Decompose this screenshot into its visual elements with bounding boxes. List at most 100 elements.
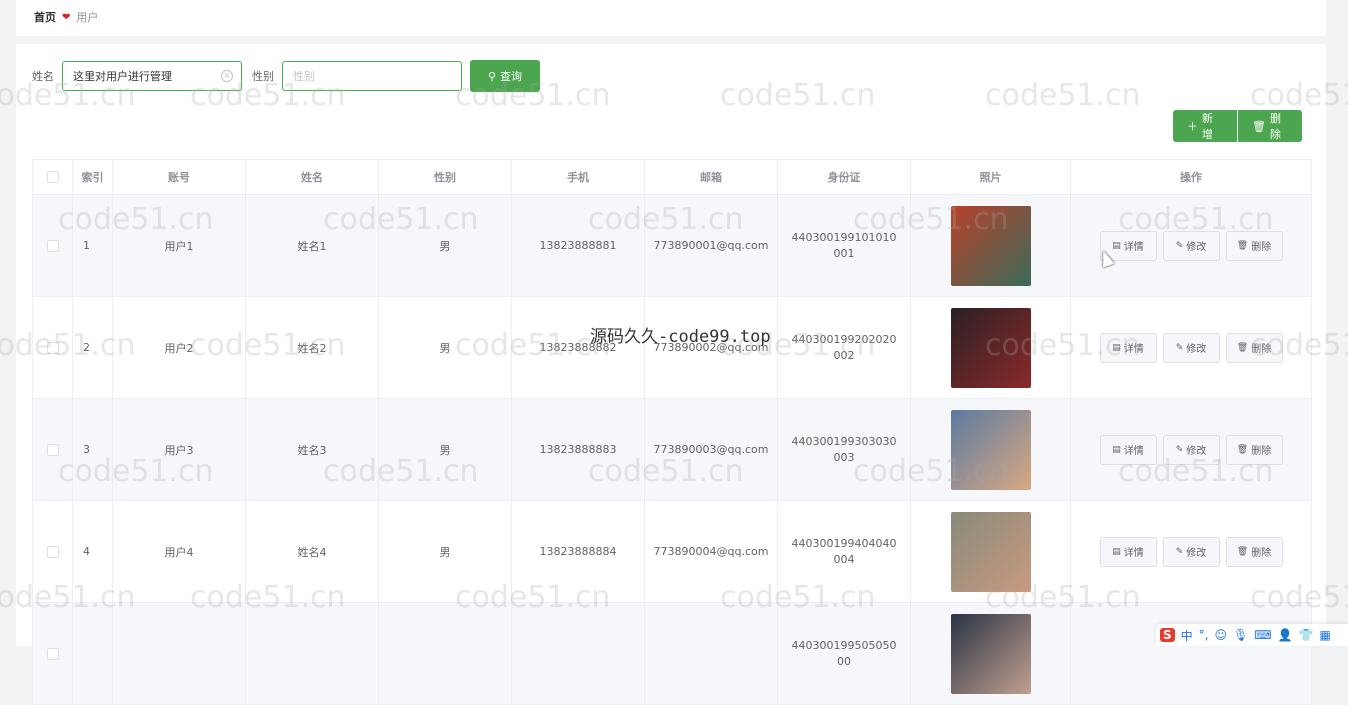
detail-button[interactable]: ▤ 详情: [1099, 434, 1157, 465]
ime-mode[interactable]: 中: [1181, 627, 1193, 644]
cell-idcard: 440300199101010001: [778, 195, 911, 296]
name-label: 姓名: [32, 70, 54, 83]
edit-button[interactable]: ✎ 修改: [1162, 536, 1220, 567]
document-icon: ▤: [1112, 240, 1121, 251]
breadcrumb-home[interactable]: 首页: [34, 9, 56, 25]
microphone-icon[interactable]: 🎙: [1233, 628, 1248, 642]
detail-button[interactable]: ▤ 详情: [1099, 332, 1157, 363]
row-checkbox[interactable]: [46, 647, 59, 660]
header-select-all[interactable]: [33, 160, 73, 194]
trash-icon: 🗑: [1236, 240, 1249, 251]
delete-button[interactable]: 🗑 删除: [1225, 332, 1283, 363]
cell-index: [73, 603, 113, 704]
delete-button[interactable]: 🗑 删除: [1225, 536, 1283, 567]
cell-account: 用户1: [113, 195, 246, 296]
row-select[interactable]: [33, 297, 73, 398]
user-photo[interactable]: [950, 205, 1031, 286]
cell-email: 773890003@qq.com: [645, 399, 778, 500]
row-select[interactable]: [33, 501, 73, 602]
cell-name: 姓名1: [246, 195, 379, 296]
idcard-value: 44030019950505000: [791, 638, 897, 668]
cell-phone: 13823888881: [512, 195, 645, 296]
cell-email: 773890002@qq.com: [645, 297, 778, 398]
cell-account: 用户2: [113, 297, 246, 398]
row-checkbox[interactable]: [46, 239, 59, 252]
query-button[interactable]: ⚲ 查询: [470, 60, 540, 92]
cell-gender: 男: [379, 195, 512, 296]
action-button-group: ＋ 新增 🗑 删除: [1173, 110, 1302, 142]
edit-button[interactable]: ✎ 修改: [1162, 332, 1220, 363]
cell-idcard: 440300199202020002: [778, 297, 911, 398]
cell-actions: [1071, 603, 1311, 704]
ime-toolbar[interactable]: S 中 °, ☺ 🎙 ⌨ 👤 👕 ▦: [1156, 624, 1348, 646]
cell-account: 用户4: [113, 501, 246, 602]
batch-delete-button[interactable]: 🗑 删除: [1238, 110, 1302, 142]
cell-phone: 13823888882: [512, 297, 645, 398]
breadcrumb: 首页 ❤ 用户: [34, 9, 98, 25]
name-input[interactable]: 这里对用户进行管理 ×: [62, 61, 242, 91]
clear-icon[interactable]: ×: [221, 70, 233, 82]
user-icon[interactable]: 👤: [1278, 628, 1293, 642]
edit-label: 修改: [1186, 242, 1207, 253]
main-card: 姓名 这里对用户进行管理 × 性别 性别 ⚲ 查询 ＋ 新增 🗑 删除 索引 账…: [16, 44, 1326, 705]
trash-icon: 🗑: [1236, 444, 1249, 455]
cell-account: [113, 603, 246, 704]
cell-email: 773890004@qq.com: [645, 501, 778, 602]
row-select[interactable]: [33, 195, 73, 296]
cell-photo: [911, 297, 1071, 398]
detail-button[interactable]: ▤ 详情: [1099, 536, 1157, 567]
add-button[interactable]: ＋ 新增: [1173, 110, 1238, 142]
delete-button[interactable]: 🗑 删除: [1225, 434, 1283, 465]
row-select[interactable]: [33, 399, 73, 500]
cell-gender: 男: [379, 297, 512, 398]
cell-gender: [379, 603, 512, 704]
cell-photo: [911, 501, 1071, 602]
header-email: 邮箱: [645, 160, 778, 194]
select-all-checkbox[interactable]: [46, 171, 59, 183]
detail-label: 详情: [1123, 344, 1144, 355]
table-row: 2 用户2 姓名2 男 13823888882 773890002@qq.com…: [33, 297, 1311, 399]
delete-label: 删除: [1251, 548, 1272, 559]
user-photo[interactable]: [950, 511, 1031, 592]
cell-photo: [911, 603, 1071, 704]
gender-input[interactable]: 性别: [282, 61, 462, 91]
cell-name: 姓名2: [246, 297, 379, 398]
delete-button[interactable]: 🗑 删除: [1225, 230, 1283, 261]
emoji-icon[interactable]: ☺: [1215, 628, 1228, 642]
breadcrumb-current: 用户: [76, 11, 99, 24]
row-select[interactable]: [33, 603, 73, 704]
grid-icon[interactable]: ▦: [1319, 628, 1330, 642]
table-row: 1 用户1 姓名1 男 13823888881 773890001@qq.com…: [33, 195, 1311, 297]
cell-idcard: 440300199303030003: [778, 399, 911, 500]
detail-label: 详情: [1123, 446, 1144, 457]
keyboard-icon[interactable]: ⌨: [1254, 628, 1271, 642]
query-button-label: 查询: [500, 70, 523, 83]
cell-idcard: 440300199404040004: [778, 501, 911, 602]
header-actions: 操作: [1180, 171, 1202, 184]
trash-icon: 🗑: [1236, 342, 1249, 353]
row-checkbox[interactable]: [46, 545, 59, 558]
gender-input-placeholder: 性别: [293, 70, 315, 83]
row-actions: ▤ 详情 ✎ 修改 🗑 删除: [1099, 230, 1283, 261]
header-idcard: 身份证: [778, 160, 911, 194]
edit-button[interactable]: ✎ 修改: [1162, 434, 1220, 465]
row-actions: ▤ 详情 ✎ 修改 🗑 删除: [1099, 332, 1283, 363]
gender-label: 性别: [252, 70, 274, 83]
plus-icon: ＋: [1187, 120, 1198, 133]
edit-button[interactable]: ✎ 修改: [1162, 230, 1220, 261]
cell-idcard: 44030019950505000: [778, 603, 911, 704]
user-photo[interactable]: [950, 613, 1031, 694]
idcard-value: 440300199303030003: [791, 434, 897, 464]
user-photo[interactable]: [950, 307, 1031, 388]
cell-email: 773890001@qq.com: [645, 195, 778, 296]
skin-icon[interactable]: 👕: [1299, 628, 1314, 642]
punctuation-icon[interactable]: °,: [1199, 628, 1209, 642]
trash-icon: 🗑: [1236, 546, 1249, 557]
row-checkbox[interactable]: [46, 341, 59, 354]
user-photo[interactable]: [950, 409, 1031, 490]
sogou-logo-icon[interactable]: S: [1160, 628, 1175, 642]
cell-actions: ▤ 详情 ✎ 修改 🗑 删除: [1071, 501, 1311, 602]
row-checkbox[interactable]: [46, 443, 59, 456]
user-table: 索引 账号 姓名 性别 手机 邮箱 身份证 照片 操作 1 用户1 姓名1 男 …: [32, 159, 1312, 705]
idcard-value: 440300199404040004: [791, 536, 897, 566]
